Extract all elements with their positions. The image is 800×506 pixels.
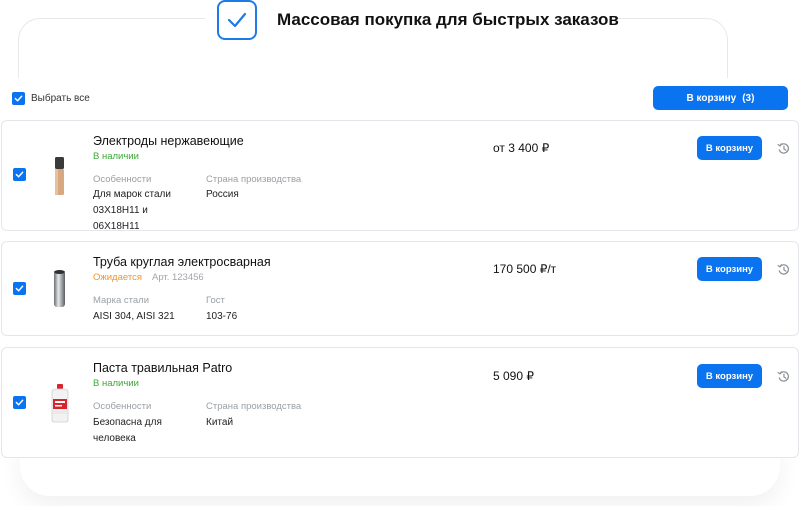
- add-to-cart-button[interactable]: В корзину: [697, 136, 762, 160]
- attr-value: Для марок стали 03Х18Н11 и 06Х18Н11: [93, 189, 171, 232]
- product-checkbox[interactable]: [13, 282, 26, 295]
- cart-count: (3): [742, 92, 755, 104]
- product-name[interactable]: Электроды нержавеющие: [93, 134, 244, 148]
- attr-label: Страна производства: [206, 401, 302, 412]
- attr-label: Гост: [206, 295, 225, 306]
- product-image: [54, 270, 65, 307]
- add-to-cart-button[interactable]: В корзину: [697, 364, 762, 388]
- status-text: В наличии: [93, 151, 139, 162]
- product-status: Ожидается Арт. 123456: [93, 272, 204, 283]
- history-icon[interactable]: [777, 370, 790, 383]
- article-number: Арт. 123456: [151, 272, 204, 283]
- product-price: 170 500 ₽/т: [493, 262, 557, 276]
- product-checkbox[interactable]: [13, 168, 26, 181]
- status-text: В наличии: [93, 378, 139, 389]
- select-all-checkbox[interactable]: [12, 91, 25, 105]
- product-price: от 3 400 ₽: [493, 141, 550, 155]
- select-all[interactable]: Выбрать все: [12, 91, 90, 105]
- product-card: Электроды нержавеющие В наличии Особенно…: [1, 120, 799, 232]
- attr-value: 103-76: [206, 311, 238, 322]
- product-image: [55, 157, 64, 195]
- product-status: В наличии: [93, 151, 139, 162]
- add-all-to-cart-button[interactable]: В корзину (3): [653, 86, 788, 110]
- attr-label: Страна производства: [206, 174, 302, 185]
- product-name[interactable]: Труба круглая электросварная: [93, 255, 271, 269]
- status-text: Ожидается: [93, 272, 142, 283]
- select-all-label: Выбрать все: [31, 92, 90, 104]
- product-status: В наличии: [93, 378, 139, 389]
- product-card: Труба круглая электросварная Ожидается Ар…: [1, 241, 799, 336]
- attr-label: Марка стали: [93, 295, 150, 306]
- attr-value: Китай: [206, 417, 234, 428]
- history-icon[interactable]: [777, 142, 790, 155]
- cart-all-label: В корзину: [686, 92, 737, 104]
- product-price: 5 090 ₽: [493, 369, 534, 383]
- product-image: [51, 384, 69, 423]
- attr-value: AISI 304, AISI 321: [93, 311, 175, 322]
- page-title: Массовая покупка для быстрых заказов: [277, 10, 619, 29]
- add-to-cart-button[interactable]: В корзину: [697, 257, 762, 281]
- checkmark-badge-icon: [217, 0, 257, 40]
- attr-value: Россия: [206, 189, 239, 200]
- history-icon[interactable]: [777, 263, 790, 276]
- attr-label: Особенности: [93, 174, 152, 185]
- product-name[interactable]: Паста травильная Patro: [93, 361, 232, 375]
- attr-value: Безопасна для человека: [93, 417, 162, 444]
- product-checkbox[interactable]: [13, 396, 26, 409]
- product-card: Паста травильная Patro В наличии Особенн…: [1, 347, 799, 458]
- attr-label: Особенности: [93, 401, 152, 412]
